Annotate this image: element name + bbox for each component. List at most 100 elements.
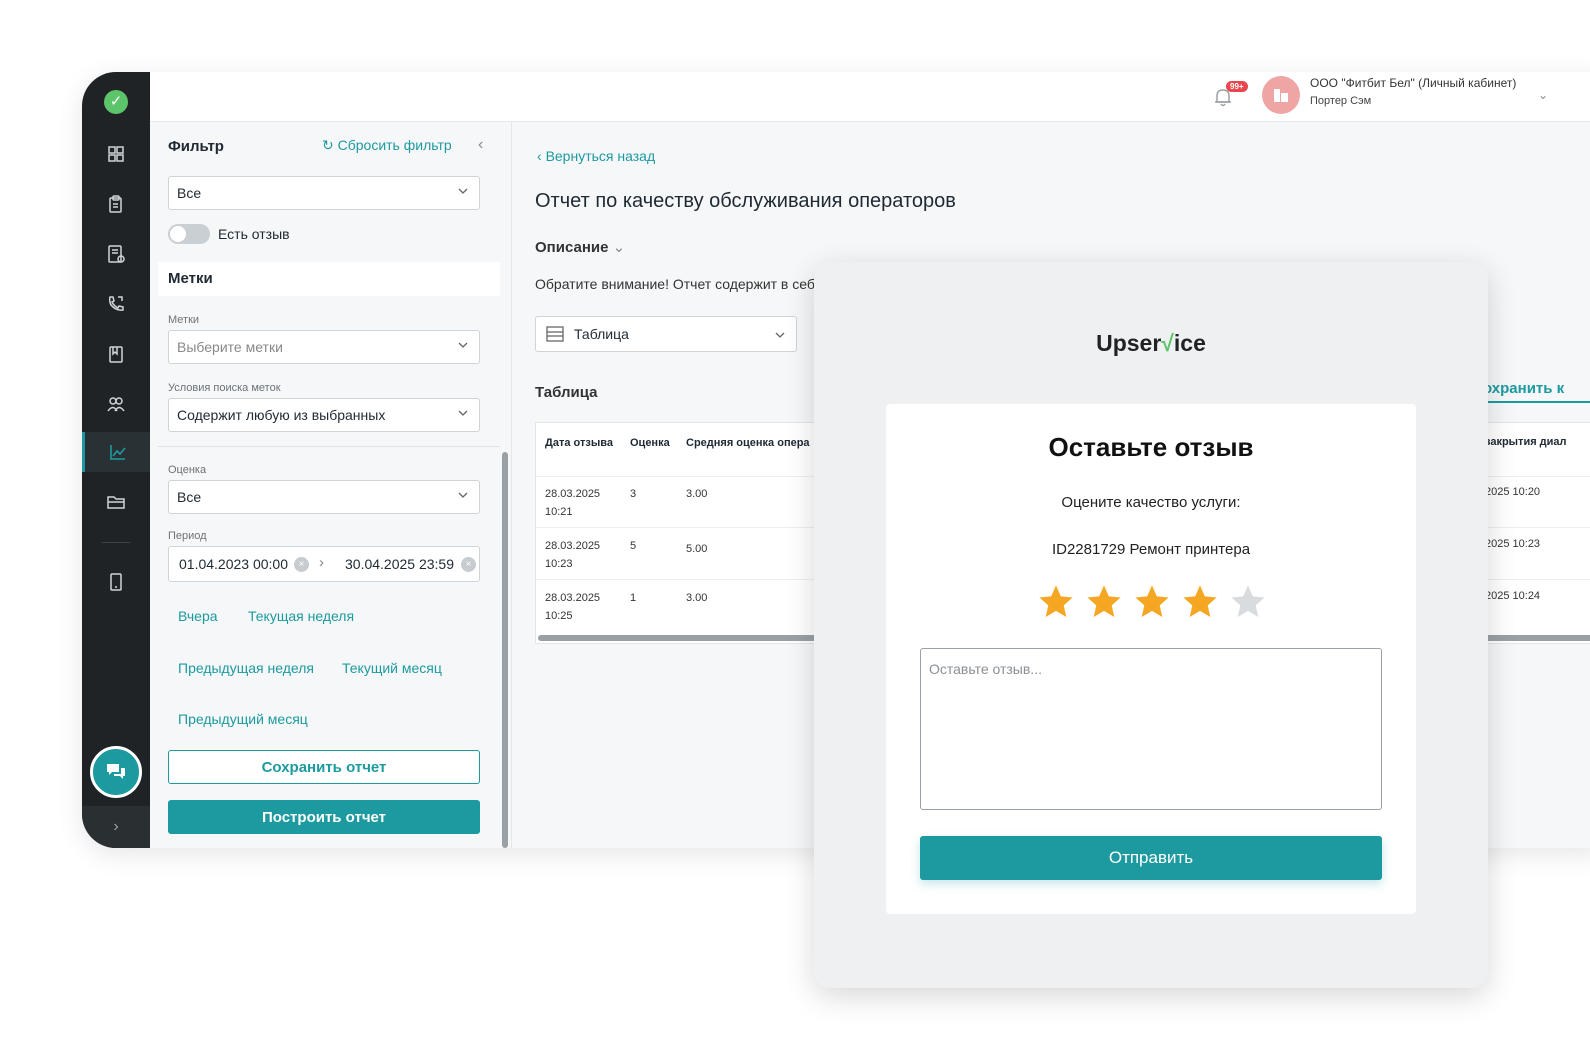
star-icon[interactable] [1228, 582, 1268, 622]
building-icon [1274, 89, 1288, 102]
tags-section-heading: Метки [158, 262, 500, 296]
quick-current-week[interactable]: Текущая неделя [248, 608, 354, 624]
filter-panel: Фильтр ↻ Сбросить фильтр ‹ Все Есть отзы… [150, 122, 512, 848]
table-title: Таблица [535, 384, 598, 401]
tags-condition-value: Содержит любую из выбранных [177, 407, 386, 423]
rating-select[interactable]: Все [168, 480, 480, 514]
chevron-right-icon: › [319, 554, 324, 571]
quick-previous-month[interactable]: Предыдущий месяц [178, 711, 308, 727]
document-list-icon[interactable] [82, 234, 150, 274]
table-cell-rating: 1 [630, 592, 637, 604]
star-icon[interactable] [1180, 582, 1220, 622]
service-name: ID2281729 Ремонт принтера [1051, 541, 1251, 558]
clear-to-icon[interactable]: × [461, 557, 476, 572]
chevron-down-icon[interactable]: ⌄ [1538, 88, 1548, 102]
table-cell-date: 28.03.2025 [545, 540, 601, 552]
chevron-down-icon [458, 188, 468, 194]
reset-filter-label: Сбросить фильтр [337, 137, 452, 153]
table-cell-time: 10:25 [545, 610, 573, 622]
tags-condition-select[interactable]: Содержит любую из выбранных [168, 398, 480, 432]
filter-scrollbar[interactable] [502, 452, 508, 848]
description-toggle[interactable]: Описание ⌄ [535, 238, 625, 256]
chevron-down-icon [775, 332, 785, 338]
filter-divider [158, 446, 500, 447]
refresh-icon: ↻ [322, 137, 338, 153]
star-icon[interactable] [1132, 582, 1172, 622]
rating-question: Оцените качество услуги: [1061, 494, 1241, 511]
rating-value: Все [177, 489, 202, 505]
expand-rail-button[interactable]: › [82, 806, 150, 848]
table-cell-date: 28.03.2025 [545, 488, 601, 500]
period-range: 01.04.2023 00:00 × › 30.04.2025 23:59 × [168, 546, 480, 582]
rating-label: Оценка [168, 464, 207, 476]
reset-filter-button[interactable]: ↻ Сбросить фильтр [322, 137, 452, 154]
top-select-value: Все [177, 185, 202, 201]
chevron-left-icon: ‹ [537, 148, 546, 164]
back-label: Вернуться назад [545, 148, 656, 164]
quick-current-month[interactable]: Текущий месяц [342, 660, 442, 676]
app-logo-icon: ✓ [104, 90, 128, 114]
feedback-modal: Upser√ice Оставьте отзыв Оцените качеств… [814, 262, 1488, 988]
top-bar: 99+ ООО "Фитбит Бел" (Личный кабинет) По… [150, 72, 1590, 122]
dashboard-icon[interactable] [82, 134, 150, 174]
collapse-filter-icon[interactable]: ‹ [478, 136, 483, 154]
save-report-link[interactable]: охранить к [1483, 380, 1590, 403]
chevron-down-icon: ⌄ [612, 239, 626, 256]
nav-rail: ✓ › [82, 72, 150, 848]
tags-label: Метки [168, 314, 200, 326]
column-header[interactable]: Средняя оценка опера [686, 437, 810, 449]
phone-icon[interactable] [82, 284, 150, 324]
chevron-down-icon [458, 342, 468, 348]
chat-icon [107, 764, 125, 779]
feedback-card: Оставьте отзыв Оцените качество услуги: … [886, 404, 1416, 914]
clipboard-icon[interactable] [82, 184, 150, 224]
table-cell-avg: 3.00 [686, 592, 708, 604]
top-select[interactable]: Все [168, 176, 480, 210]
table-icon [546, 326, 564, 342]
period-from-input[interactable]: 01.04.2023 00:00 [179, 556, 288, 572]
feedback-heading: Оставьте отзыв [1048, 432, 1254, 462]
bookmark-icon[interactable] [82, 334, 150, 374]
company-avatar[interactable] [1262, 76, 1300, 114]
view-select-value: Таблица [574, 326, 629, 342]
page-title: Отчет по качеству обслуживания операторо… [535, 190, 956, 212]
table-cell-rating: 5 [630, 540, 637, 552]
column-header[interactable]: Оценка [630, 437, 670, 449]
table-cell-closed: 2025 10:24 [1485, 590, 1541, 602]
table-cell-closed: 2025 10:20 [1485, 486, 1541, 498]
column-header[interactable]: Дата отзыва [545, 437, 613, 449]
users-icon[interactable] [82, 384, 150, 424]
user-name: Портер Сэм [1310, 95, 1372, 107]
save-report-button[interactable]: Сохранить отчет [168, 750, 480, 784]
table-cell-time: 10:23 [545, 558, 573, 570]
chart-icon[interactable] [82, 432, 150, 472]
period-label: Период [168, 530, 207, 542]
build-report-button[interactable]: Построить отчет [168, 800, 480, 834]
folder-icon[interactable] [82, 482, 150, 522]
table-cell-date: 28.03.2025 [545, 592, 601, 604]
table-cell-avg: 3.00 [686, 488, 708, 500]
tags-select[interactable]: Выберите метки [168, 330, 480, 364]
notification-badge: 99+ [1226, 81, 1248, 92]
star-icon[interactable] [1036, 582, 1076, 622]
description-label: Описание [535, 239, 609, 256]
chat-button[interactable] [90, 746, 142, 798]
star-icon[interactable] [1084, 582, 1124, 622]
tags-condition-label: Условия поиска меток [168, 382, 281, 394]
has-review-label: Есть отзыв [218, 226, 290, 242]
back-link[interactable]: ‹ Вернуться назад [537, 148, 655, 164]
has-review-toggle[interactable] [168, 224, 210, 244]
quick-previous-week[interactable]: Предыдущая неделя [178, 660, 314, 676]
feedback-textarea[interactable]: Оставьте отзыв... [920, 648, 1382, 810]
clear-from-icon[interactable]: × [294, 557, 309, 572]
company-name: ООО "Фитбит Бел" (Личный кабинет) [1310, 76, 1517, 90]
column-header-closed[interactable]: закрытия диал [1485, 436, 1567, 448]
quick-yesterday[interactable]: Вчера [178, 608, 218, 624]
star-rating [1036, 582, 1268, 626]
period-to-input[interactable]: 30.04.2025 23:59 [345, 556, 454, 572]
tablet-icon[interactable] [82, 562, 150, 602]
chevron-down-icon [458, 410, 468, 416]
table-cell-rating: 3 [630, 488, 637, 500]
view-select[interactable]: Таблица [535, 316, 797, 352]
submit-button[interactable]: Отправить [920, 836, 1382, 880]
